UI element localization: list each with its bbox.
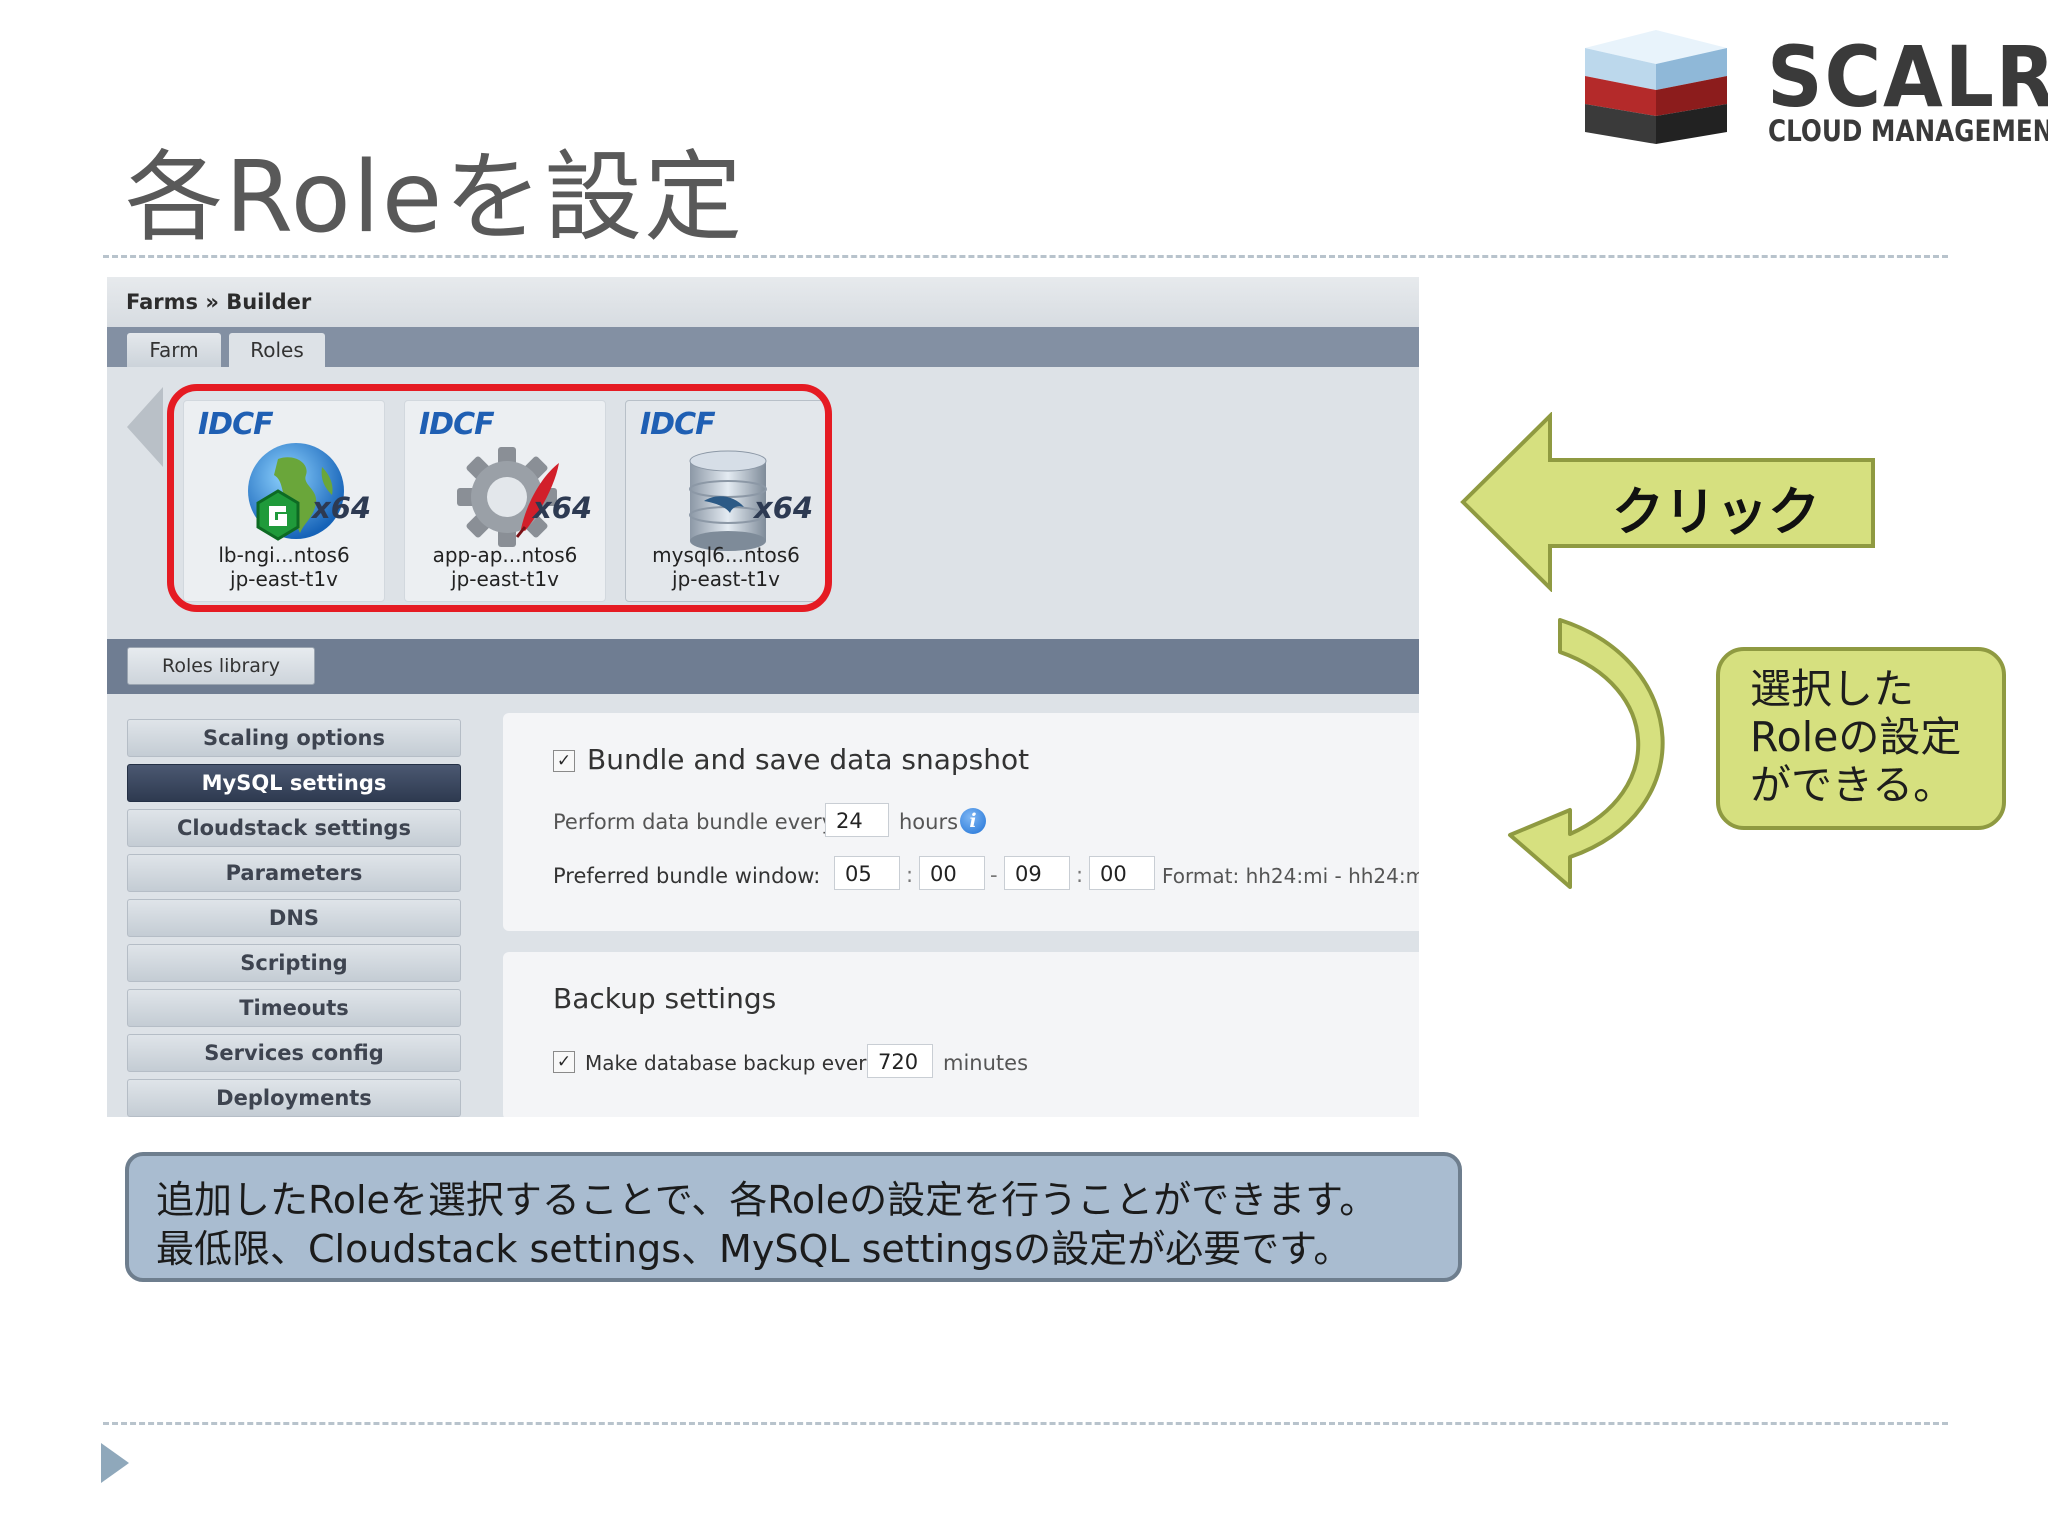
backup-checkbox[interactable]: ✓: [553, 1051, 575, 1073]
backup-interval-input[interactable]: 720: [867, 1044, 933, 1078]
roles-library-bar: Roles library: [107, 639, 1419, 694]
curved-arrow-icon: [1508, 618, 1665, 889]
slide-bullet-icon: [101, 1443, 129, 1483]
note-box: 追加したRoleを選択することで、各Roleの設定を行うことができます。 最低限…: [125, 1152, 1462, 1282]
backup-panel: Backup settings ✓ Make database backup e…: [503, 952, 1419, 1117]
backup-settings-title: Backup settings: [553, 982, 777, 1015]
note-line-2: 最低限、Cloudstack settings、MySQL settingsの設…: [156, 1227, 1352, 1271]
tab-roles[interactable]: Roles: [229, 333, 325, 367]
snapshot-checkbox-label: Bundle and save data snapshot: [587, 743, 1030, 776]
bundle-window-label: Preferred bundle window:: [553, 864, 821, 888]
colon-separator: :: [906, 863, 914, 887]
window-end-min-input[interactable]: 00: [1089, 856, 1155, 890]
bottom-divider: [103, 1422, 1948, 1425]
snapshot-checkbox[interactable]: ✓: [553, 750, 575, 772]
menu-parameters[interactable]: Parameters: [127, 854, 461, 892]
click-label: クリック: [1612, 483, 1821, 543]
dash-separator: -: [990, 863, 998, 887]
menu-services-config[interactable]: Services config: [127, 1034, 461, 1072]
app-header: Farms » Builder: [107, 277, 1419, 328]
menu-cloudstack-settings[interactable]: Cloudstack settings: [127, 809, 461, 847]
backup-interval-unit: minutes: [943, 1051, 1029, 1075]
tab-farm[interactable]: Farm: [127, 333, 221, 367]
menu-dns[interactable]: DNS: [127, 899, 461, 937]
scalr-cube-logo-icon: [1585, 30, 1727, 144]
colon-separator: :: [1076, 863, 1084, 887]
window-end-hour-input[interactable]: 09: [1004, 856, 1070, 890]
menu-deployments[interactable]: Deployments: [127, 1079, 461, 1117]
menu-scaling-options[interactable]: Scaling options: [127, 719, 461, 757]
scroll-left-icon[interactable]: [127, 387, 163, 467]
snapshot-panel: ✓ Bundle and save data snapshot Perform …: [503, 713, 1419, 931]
callout-box: 選択した Roleの設定 ができる。: [1716, 647, 2006, 830]
tab-bar: Farm Roles: [107, 327, 1419, 367]
format-hint: Format: hh24:mi - hh24:mi: [1162, 864, 1419, 888]
logo-tagline: CLOUD MANAGEMENT: [1768, 114, 2048, 148]
callout-line: Roleの設定: [1750, 713, 1962, 761]
logo-name: SCALR: [1767, 28, 2048, 126]
menu-scripting[interactable]: Scripting: [127, 944, 461, 982]
bundle-every-label: Perform data bundle every: [553, 810, 835, 834]
top-divider: [103, 255, 1948, 258]
menu-mysql-settings[interactable]: MySQL settings: [127, 764, 461, 802]
breadcrumb: Farms » Builder: [126, 290, 312, 314]
backup-checkbox-label: Make database backup every: [585, 1051, 879, 1075]
bundle-every-unit: hours: [899, 810, 959, 834]
selected-roles-highlight: [167, 384, 832, 612]
bundle-every-input[interactable]: 24: [825, 803, 889, 837]
note-line-1: 追加したRoleを選択することで、各Roleの設定を行うことができます。: [156, 1178, 1378, 1222]
roles-library-button[interactable]: Roles library: [127, 647, 315, 685]
settings-menu: Scaling options MySQL settings Cloudstac…: [127, 719, 461, 1117]
farm-builder-screenshot: Farms » Builder Farm Roles IDCF x64 lb-n…: [107, 277, 1419, 1117]
slide-title: 各Roleを設定: [125, 141, 745, 255]
window-start-min-input[interactable]: 00: [919, 856, 985, 890]
callout-line: 選択した: [1750, 665, 1914, 713]
callout-line: ができる。: [1750, 761, 1955, 809]
info-icon[interactable]: i: [960, 808, 986, 834]
menu-timeouts[interactable]: Timeouts: [127, 989, 461, 1027]
window-start-hour-input[interactable]: 05: [834, 856, 900, 890]
callout-text: 選択した Roleの設定 ができる。: [1750, 665, 1961, 809]
